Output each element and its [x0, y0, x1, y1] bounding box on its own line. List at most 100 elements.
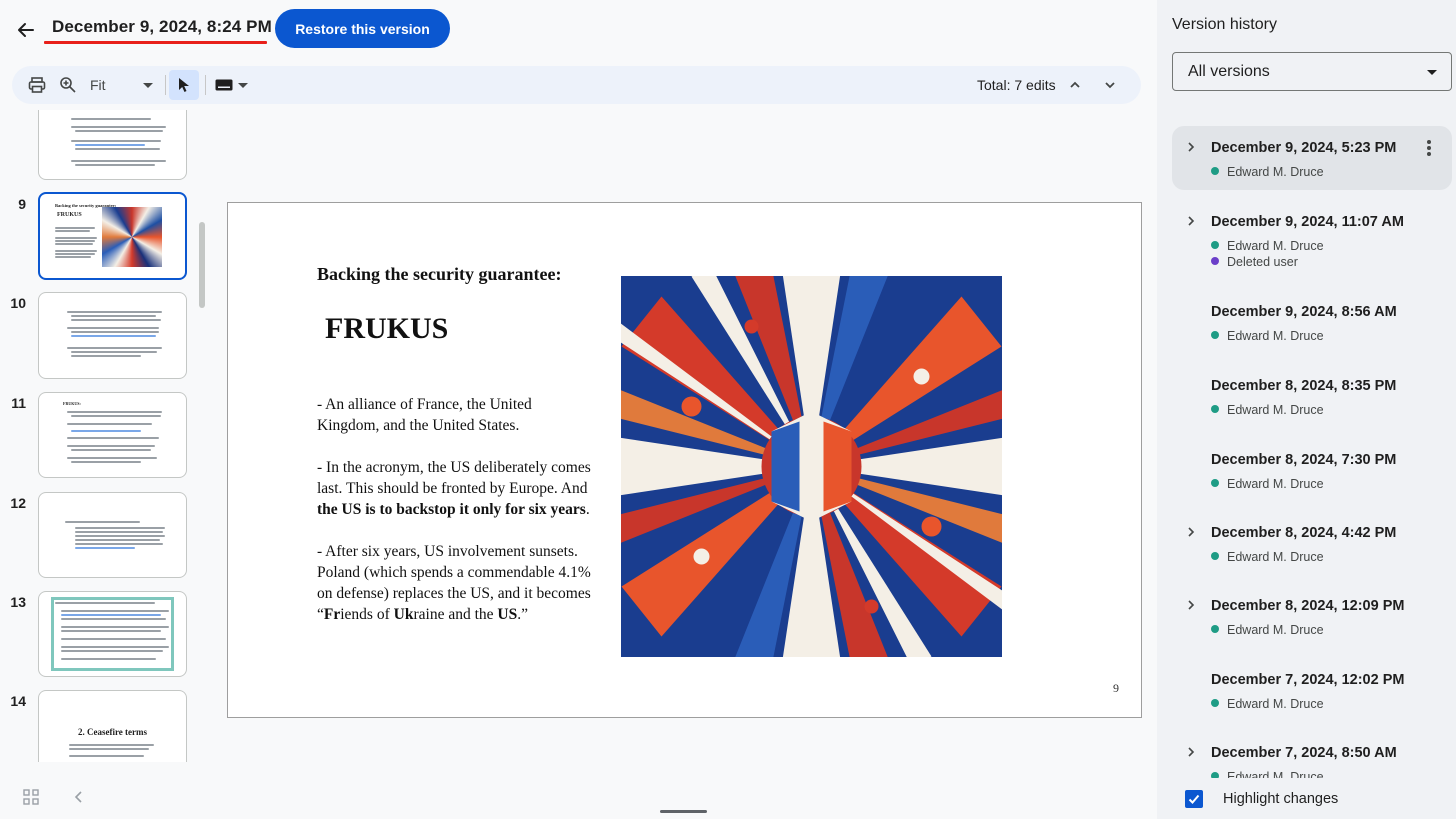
slide-paragraph-2: - In the acronym, the US deliberately co… [317, 459, 591, 518]
version-date: December 8, 2024, 7:30 PM [1211, 452, 1397, 468]
version-entry[interactable]: December 8, 2024, 12:09 PM Edward M. Druc… [1172, 584, 1452, 648]
version-editor: Edward M. Druce [1211, 623, 1324, 637]
highlight-changes-row[interactable]: Highlight changes [1185, 789, 1338, 809]
select-pointer-button[interactable] [169, 70, 199, 100]
editor-color-dot [1211, 479, 1219, 487]
slide-number: 14 [10, 693, 26, 709]
more-options-icon[interactable] [1425, 139, 1433, 157]
version-entry[interactable]: December 9, 2024, 8:56 AM Edward M. Druce [1172, 290, 1452, 354]
slide-thumbnail-13[interactable] [38, 591, 187, 677]
version-editor: Edward M. Druce [1211, 550, 1324, 564]
toolbar-divider [205, 75, 206, 95]
toolbar: Fit Total: 7 edits [12, 66, 1141, 104]
version-editor: Edward M. Druce [1211, 770, 1324, 778]
print-icon[interactable] [25, 73, 49, 97]
keyboard-input-icon[interactable] [212, 73, 236, 97]
grid-view-icon[interactable] [22, 788, 40, 806]
version-date: December 9, 2024, 5:23 PM [1211, 140, 1397, 156]
version-entry[interactable]: December 8, 2024, 4:42 PM Edward M. Druce [1172, 511, 1452, 575]
thumb-title: FRUKUS [57, 212, 82, 218]
editor-color-dot [1211, 699, 1219, 707]
version-date: December 8, 2024, 8:35 PM [1211, 378, 1397, 394]
version-date: December 7, 2024, 12:02 PM [1211, 672, 1405, 688]
highlight-changes-checkbox[interactable] [1185, 790, 1203, 808]
version-editor: Edward M. Druce [1211, 403, 1324, 417]
slide-thumbnail-10[interactable] [38, 292, 187, 379]
next-edit-icon[interactable] [1098, 73, 1122, 97]
version-editor: Edward M. Druce [1211, 697, 1324, 711]
slide-page-number: 9 [1113, 681, 1119, 695]
expand-chevron-icon[interactable] [1186, 525, 1196, 537]
version-date: December 9, 2024, 8:56 AM [1211, 304, 1397, 320]
toolbar-divider [165, 75, 166, 95]
slide-paragraph-1: - An alliance of France, the United King… [317, 396, 532, 434]
version-list[interactable]: December 9, 2024, 5:23 PM Edward M. Druce… [1172, 126, 1456, 778]
slide-number: 12 [10, 495, 26, 511]
slide-thumbnail-12[interactable] [38, 492, 187, 578]
editor-name: Edward M. Druce [1227, 550, 1324, 564]
editor-name: Edward M. Druce [1227, 623, 1324, 637]
thumb-title: 2. Ceasefire terms [77, 727, 148, 737]
version-editor: Edward M. Druce [1211, 165, 1324, 179]
slide-thumbnail-9[interactable]: Backing the security guarantee: FRUKUS [38, 192, 187, 280]
version-history-panel: Version history All versions December 9,… [1157, 0, 1456, 819]
restore-version-button[interactable]: Restore this version [275, 9, 450, 48]
editor-name: Edward M. Druce [1227, 697, 1324, 711]
expand-chevron-icon[interactable] [1186, 745, 1196, 757]
version-entry[interactable]: December 7, 2024, 8:50 AM Edward M. Druce [1172, 731, 1452, 778]
version-editor: Deleted user [1211, 255, 1298, 269]
title-underline [44, 41, 267, 44]
thumbnail-scrollbar[interactable] [199, 222, 205, 308]
version-entry[interactable]: December 7, 2024, 12:02 PM Edward M. Druc… [1172, 658, 1452, 722]
version-date: December 8, 2024, 4:42 PM [1211, 525, 1397, 541]
slide-number: 9 [18, 196, 26, 212]
editor-name: Edward M. Druce [1227, 239, 1324, 253]
dropdown-caret-icon [1427, 70, 1437, 75]
resize-handle[interactable] [660, 810, 707, 813]
thumb-artwork [102, 207, 162, 267]
slide-title: FRUKUS [325, 312, 449, 345]
version-entry[interactable]: December 9, 2024, 11:07 AM Edward M. Druc… [1172, 200, 1452, 272]
editor-color-dot [1211, 625, 1219, 633]
slide-number: 13 [10, 594, 26, 610]
editor-name: Edward M. Druce [1227, 165, 1324, 179]
slide-canvas[interactable]: Backing the security guarantee: FRUKUS -… [227, 202, 1142, 718]
slide-thumbnail-8[interactable] [38, 110, 187, 180]
input-tools-caret-icon[interactable] [238, 83, 248, 88]
zoom-select[interactable]: Fit [90, 77, 106, 93]
collapse-panel-icon[interactable] [70, 788, 88, 806]
editor-color-dot [1211, 257, 1219, 265]
version-title: December 9, 2024, 8:24 PM [52, 17, 272, 36]
thumb-heading: FRUKUS: [63, 401, 81, 406]
editor-color-dot [1211, 241, 1219, 249]
editor-color-dot [1211, 405, 1219, 413]
editor-color-dot [1211, 772, 1219, 778]
version-editor: Edward M. Druce [1211, 329, 1324, 343]
zoom-caret-icon[interactable] [143, 83, 153, 88]
slide-number: 11 [11, 395, 26, 411]
slide-paragraph-3: - After six years, US involvement sunset… [317, 543, 591, 623]
version-date: December 7, 2024, 8:50 AM [1211, 745, 1397, 761]
editor-name: Deleted user [1227, 255, 1298, 269]
slide-thumbnail-14[interactable]: 2. Ceasefire terms [38, 690, 187, 762]
version-filter-dropdown[interactable]: All versions [1172, 52, 1452, 91]
panel-title: Version history [1172, 16, 1277, 33]
slide-heading: Backing the security guarantee: [317, 264, 562, 284]
editor-name: Edward M. Druce [1227, 477, 1324, 491]
filter-label: All versions [1188, 63, 1270, 80]
editor-color-dot [1211, 552, 1219, 560]
version-editor: Edward M. Druce [1211, 239, 1324, 253]
editor-name: Edward M. Druce [1227, 329, 1324, 343]
version-entry[interactable]: December 9, 2024, 5:23 PM Edward M. Druce [1172, 126, 1452, 190]
slide-thumbnail-11[interactable]: FRUKUS: [38, 392, 187, 478]
expand-chevron-icon[interactable] [1186, 598, 1196, 610]
expand-chevron-icon[interactable] [1186, 140, 1196, 152]
frukus-artwork[interactable] [621, 276, 1002, 657]
previous-edit-icon[interactable] [1063, 73, 1087, 97]
total-edits-count: Total: 7 edits [977, 77, 1056, 93]
version-entry[interactable]: December 8, 2024, 7:30 PM Edward M. Druce [1172, 438, 1452, 502]
zoom-icon[interactable] [56, 73, 80, 97]
version-entry[interactable]: December 8, 2024, 8:35 PM Edward M. Druce [1172, 364, 1452, 428]
back-arrow-icon[interactable] [10, 14, 42, 46]
expand-chevron-icon[interactable] [1186, 214, 1196, 226]
